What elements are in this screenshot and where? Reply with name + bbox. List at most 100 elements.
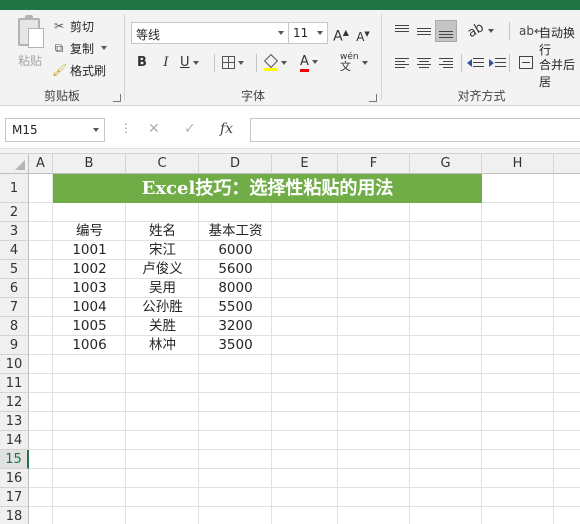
cut-button[interactable]: ✂ 剪切 [52,16,94,36]
column-header-b[interactable]: B [53,154,126,174]
column-header-c[interactable]: C [126,154,199,174]
row-header-1[interactable]: 1 [0,174,29,203]
italic-button[interactable]: I [158,53,174,73]
font-name-select[interactable]: 等线 [131,22,289,44]
table-cell[interactable]: 3200 [199,317,272,336]
table-cell[interactable]: 1005 [53,317,126,336]
borders-button[interactable] [222,53,252,73]
header-cell[interactable]: 编号 [53,222,126,241]
column-header-overflow[interactable] [554,154,580,174]
phonetic-guide-button[interactable]: wén 文 [340,52,374,72]
gridline [29,468,580,469]
text-orientation-icon: ab [465,20,488,42]
align-center-button[interactable] [413,52,435,74]
bold-button[interactable]: B [134,53,150,73]
row-header-3[interactable]: 3 [0,222,29,241]
chevron-down-icon [93,128,99,132]
table-cell[interactable]: 5500 [199,298,272,317]
grow-font-button[interactable]: A▲ [333,23,349,45]
more-options-icon: ⋮ [120,121,132,135]
row-header-15[interactable]: 15 [0,450,29,469]
column-header-g[interactable]: G [410,154,482,174]
paintbrush-icon: 🖌 [52,63,68,77]
bottom-align-button[interactable] [435,20,457,42]
row-header-11[interactable]: 11 [0,374,29,393]
row-header-9[interactable]: 9 [0,336,29,355]
row-header-4[interactable]: 4 [0,241,29,260]
font-launcher-icon[interactable] [369,94,377,102]
row-header-6[interactable]: 6 [0,279,29,298]
orientation-button[interactable]: ab [465,20,495,42]
underline-button[interactable]: U [180,53,206,73]
paste-button[interactable]: 粘贴 [12,15,48,72]
column-header-e[interactable]: E [272,154,338,174]
formula-input[interactable] [250,118,580,142]
font-group-label: 字体 [240,89,265,103]
row-header-2[interactable]: 2 [0,203,29,222]
table-cell[interactable]: 宋江 [126,241,199,260]
row-header-13[interactable]: 13 [0,412,29,431]
font-name-value: 等线 [136,28,161,42]
table-cell[interactable]: 5600 [199,260,272,279]
table-cell[interactable]: 1001 [53,241,126,260]
chevron-down-icon [487,28,494,33]
cancel-icon[interactable]: ✕ [148,121,160,137]
column-header-f[interactable]: F [338,154,410,174]
table-cell[interactable]: 关胜 [126,317,199,336]
row-header-7[interactable]: 7 [0,298,29,317]
format-painter-button[interactable]: 🖌 格式刷 [52,60,106,80]
font-color-button[interactable]: A [300,52,330,72]
group-divider [381,14,382,100]
font-color-icon: A [300,55,309,72]
clipboard-launcher-icon[interactable] [113,94,121,102]
row-header-12[interactable]: 12 [0,393,29,412]
table-cell[interactable]: 林冲 [126,336,199,355]
copy-label: 复制 [70,41,95,56]
align-left-button[interactable] [391,52,413,74]
table-cell[interactable]: 1003 [53,279,126,298]
table-cell[interactable]: 8000 [199,279,272,298]
column-header-d[interactable]: D [199,154,272,174]
header-cell[interactable]: 基本工资 [199,222,272,241]
row-header-5[interactable]: 5 [0,260,29,279]
column-header-a[interactable]: A [29,154,53,174]
row-header-8[interactable]: 8 [0,317,29,336]
alignment-group: ab ab↵ 自动换行 合并后居 对齐方式 [383,10,580,106]
table-cell[interactable]: 3500 [199,336,272,355]
ribbon: 粘贴 ✂ 剪切 ⧉ 复制 🖌 格式刷 剪贴板 等线 11 A▲ A▼ B I U… [0,10,580,106]
worksheet-grid[interactable]: A B C D E F G H 1 2 3 4 5 6 7 8 9 10 11 12 13 14 15 16 1… [0,154,580,524]
row-header-14[interactable]: 14 [0,431,29,450]
row-header-17[interactable]: 17 [0,488,29,507]
name-box[interactable]: M15 [5,118,105,142]
top-align-button[interactable] [391,20,413,42]
chevron-down-icon[interactable] [101,46,108,50]
row-header-18[interactable]: 18 [0,507,29,524]
table-cell[interactable]: 1006 [53,336,126,355]
wrap-text-button[interactable]: 自动换行 [539,24,580,58]
column-header-h[interactable]: H [482,154,554,174]
copy-icon: ⧉ [54,41,64,55]
font-size-select[interactable]: 11 [288,22,328,44]
table-cell[interactable]: 吴用 [126,279,199,298]
enter-icon[interactable]: ✓ [184,121,196,137]
shrink-font-button[interactable]: A▼ [355,24,371,44]
merge-center-button[interactable]: 合并后居 [539,56,580,90]
table-cell[interactable]: 1002 [53,260,126,279]
middle-align-button[interactable] [413,20,435,42]
copy-button[interactable]: ⧉ 复制 [52,38,108,58]
row-header-16[interactable]: 16 [0,469,29,488]
decrease-indent-button[interactable] [465,52,487,74]
fill-color-button[interactable] [263,53,294,73]
divider [509,22,510,40]
header-cell[interactable]: 姓名 [126,222,199,241]
title-cell[interactable]: Excel技巧：选择性粘贴的用法 [53,174,482,203]
increase-indent-button[interactable] [487,52,509,74]
table-cell[interactable]: 6000 [199,241,272,260]
insert-function-icon[interactable]: fx [220,121,233,137]
table-cell[interactable]: 卢俊义 [126,260,199,279]
table-cell[interactable]: 1004 [53,298,126,317]
align-right-button[interactable] [435,52,457,74]
table-cell[interactable]: 公孙胜 [126,298,199,317]
row-header-10[interactable]: 10 [0,355,29,374]
select-all-button[interactable] [0,154,29,174]
